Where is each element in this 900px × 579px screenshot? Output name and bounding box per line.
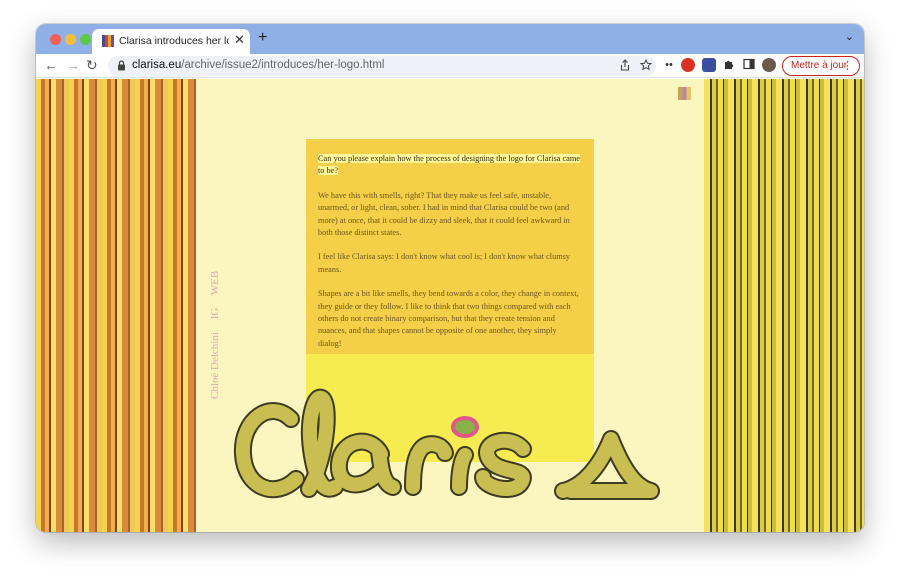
close-window-button[interactable] <box>50 34 61 45</box>
answer-paragraph-1: We have this with smells, right? That th… <box>318 190 570 238</box>
share-icon[interactable] <box>620 59 630 74</box>
lock-icon[interactable] <box>117 60 126 74</box>
new-tab-button[interactable]: + <box>258 30 267 46</box>
tab-search-chevron-icon[interactable]: ⌄ <box>845 30 854 43</box>
back-button[interactable]: ← <box>44 57 58 73</box>
page-viewport: Chloé Delchini IG WEB Can you please exp… <box>36 79 864 532</box>
profile-avatar[interactable] <box>762 58 776 72</box>
answer-paragraph-2: I feel like Clarisa says: I don't know w… <box>318 252 571 274</box>
zoom-window-button[interactable] <box>80 34 91 45</box>
forward-button[interactable]: → <box>66 57 80 73</box>
logo-dot <box>451 416 479 438</box>
tab-title: Clarisa introduces her logo by <box>119 35 229 47</box>
side-links: Chloé Delchini IG WEB <box>207 239 223 399</box>
browser-toolbar: ← → ↻ clarisa.eu/archive/issue2/introduc… <box>36 54 864 78</box>
stripes-right-decoration <box>704 79 864 532</box>
answer-paragraph-3: Shapes are a bit like smells, they bend … <box>318 289 579 348</box>
web-link[interactable]: WEB <box>209 271 221 295</box>
favicon-icon <box>102 35 114 47</box>
tab-close-icon[interactable]: ✕ <box>234 33 245 47</box>
tab-bar: Clarisa introduces her logo by ✕ + ⌄ <box>36 24 864 54</box>
reload-button[interactable]: ↻ <box>86 57 98 73</box>
interview-question: Can you please explain how the process o… <box>318 154 580 176</box>
puzzle-extensions-icon[interactable] <box>722 58 736 72</box>
minimize-window-button[interactable] <box>65 34 76 45</box>
tab-clarisa[interactable]: Clarisa introduces her logo by ✕ <box>92 29 250 54</box>
extension-dots-icon[interactable]: •• <box>662 58 676 72</box>
stripes-left-decoration <box>36 79 196 532</box>
interview-panel: Can you please explain how the process o… <box>306 139 594 354</box>
side-panel-icon[interactable] <box>742 58 756 72</box>
update-button[interactable]: Mettre à jour ⋮ <box>782 56 860 76</box>
ig-link[interactable]: IG <box>209 308 221 320</box>
color-swatch-icon[interactable] <box>678 87 691 100</box>
clarisa-logo <box>233 388 660 500</box>
adblock-extension-icon[interactable] <box>681 58 695 72</box>
browser-window: Clarisa introduces her logo by ✕ + ⌄ ← →… <box>36 24 864 532</box>
author-name: Chloé Delchini <box>209 332 221 399</box>
address-bar[interactable]: clarisa.eu/archive/issue2/introduces/her… <box>108 56 656 76</box>
translate-extension-icon[interactable] <box>702 58 716 72</box>
browser-menu-icon[interactable]: ⋮ <box>842 57 853 75</box>
url-text[interactable]: clarisa.eu/archive/issue2/introduces/her… <box>132 59 385 71</box>
update-button-label: Mettre à jour <box>791 60 848 71</box>
bookmark-star-icon[interactable] <box>639 58 653 74</box>
